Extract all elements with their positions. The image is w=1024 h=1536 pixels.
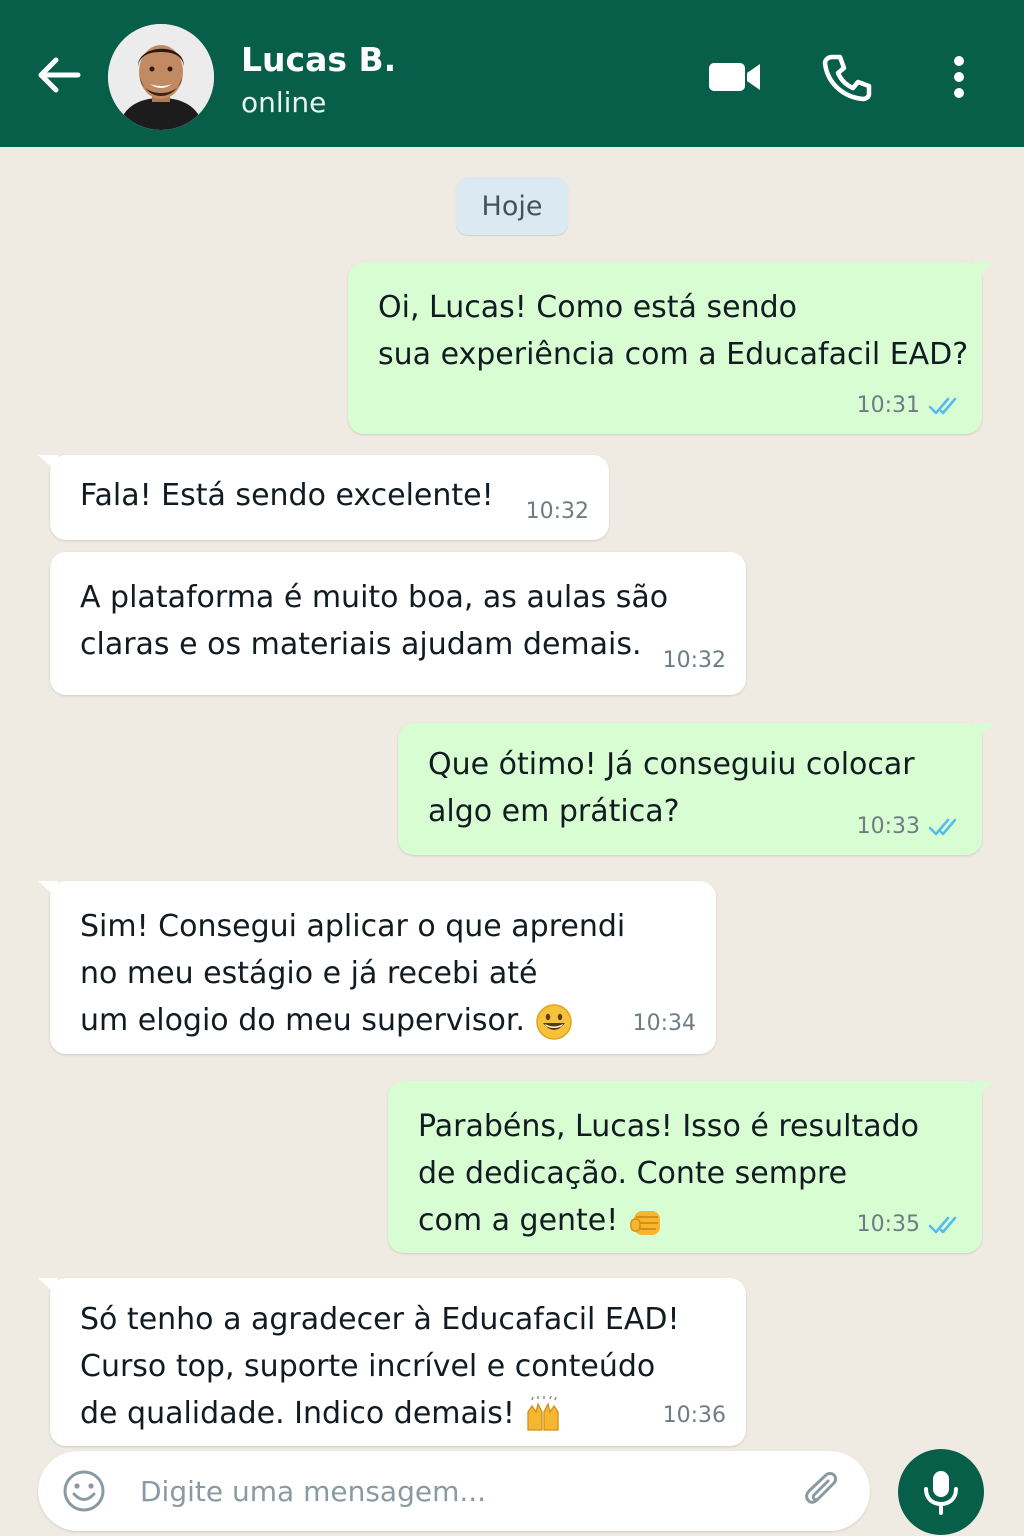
message-bubble-incoming[interactable]: Fala! Está sendo excelente! 10:32 bbox=[38, 455, 609, 540]
message-time: 10:36 bbox=[662, 1403, 726, 1428]
message-text: claras e os materiais ajudam demais. bbox=[80, 627, 642, 662]
more-options-icon[interactable] bbox=[944, 52, 974, 102]
microphone-icon bbox=[924, 1471, 958, 1515]
fist-bump-emoji-icon bbox=[630, 1210, 660, 1235]
message-text: Parabéns, Lucas! Isso é resultado bbox=[418, 1109, 919, 1144]
message-text: no meu estágio e já recebi até bbox=[80, 956, 538, 991]
message-text: Fala! Está sendo excelente! bbox=[80, 478, 494, 513]
message-input[interactable]: Digite uma mensagem... bbox=[140, 1475, 486, 1508]
message-time: 10:32 bbox=[525, 499, 589, 524]
message-line: um elogio do meu supervisor. bbox=[80, 997, 690, 1044]
message-text: Oi, Lucas! Como está sendo bbox=[378, 290, 797, 325]
back-arrow-icon[interactable] bbox=[34, 50, 84, 100]
message-meta: 10:34 bbox=[633, 1011, 696, 1036]
message-bubble-outgoing[interactable]: Parabéns, Lucas! Isso é resultado de ded… bbox=[388, 1081, 994, 1253]
avatar[interactable] bbox=[108, 24, 214, 130]
message-meta: 10:36 bbox=[663, 1403, 726, 1428]
emoji-icon[interactable] bbox=[62, 1469, 106, 1513]
phone-icon[interactable] bbox=[820, 52, 872, 102]
message-meta: 10:35 bbox=[857, 1212, 962, 1237]
message-time: 10:35 bbox=[856, 1212, 920, 1237]
message-text: Sim! Consegui aplicar o que aprendi bbox=[80, 909, 626, 944]
message-bubble-incoming[interactable]: A plataforma é muito boa, as aulas são c… bbox=[50, 552, 746, 695]
message-meta: 10:32 bbox=[663, 648, 726, 673]
microphone-button[interactable] bbox=[898, 1449, 984, 1535]
message-text: um elogio do meu supervisor. bbox=[80, 1003, 526, 1038]
grinning-face-emoji-icon bbox=[535, 1003, 572, 1040]
raising-hands-emoji-icon bbox=[527, 1395, 560, 1431]
read-ticks-icon bbox=[928, 397, 957, 414]
message-text: de qualidade. Indico demais! bbox=[80, 1396, 515, 1431]
chat-header: Lucas B. online bbox=[0, 0, 1024, 147]
contact-status: online bbox=[241, 86, 327, 119]
message-bubble-outgoing[interactable]: Oi, Lucas! Como está sendo sua experiênc… bbox=[348, 262, 994, 434]
read-ticks-icon bbox=[928, 1216, 957, 1233]
message-text: sua experiência com a Educafacil EAD? bbox=[378, 337, 969, 372]
read-ticks-icon bbox=[928, 818, 957, 835]
message-line: de qualidade. Indico demais! bbox=[80, 1390, 720, 1437]
message-meta: 10:33 bbox=[857, 814, 962, 839]
message-time: 10:33 bbox=[856, 814, 920, 839]
message-time: 10:31 bbox=[856, 393, 920, 418]
message-text: Só tenho a agradecer à Educafacil EAD! bbox=[80, 1302, 680, 1337]
message-time: 10:34 bbox=[632, 1011, 696, 1036]
message-bubble-incoming[interactable]: Só tenho a agradecer à Educafacil EAD! C… bbox=[38, 1278, 746, 1446]
message-text: Curso top, suporte incrível e conteúdo bbox=[80, 1349, 656, 1384]
message-bubble-incoming[interactable]: Sim! Consegui aplicar o que aprendi no m… bbox=[38, 881, 716, 1054]
message-input-bar[interactable]: Digite uma mensagem... bbox=[38, 1451, 870, 1531]
message-text: de dedicação. Conte sempre bbox=[418, 1156, 848, 1191]
message-time: 10:32 bbox=[662, 648, 726, 673]
message-meta: 10:31 bbox=[857, 393, 962, 418]
video-call-icon[interactable] bbox=[706, 52, 764, 102]
message-text: com a gente! bbox=[418, 1203, 619, 1238]
attach-icon[interactable] bbox=[802, 1471, 844, 1513]
message-text: Que ótimo! Já conseguiu colocar bbox=[428, 747, 915, 782]
message-text: A plataforma é muito boa, as aulas são bbox=[80, 580, 669, 615]
message-meta: 10:32 bbox=[526, 499, 589, 524]
contact-name[interactable]: Lucas B. bbox=[241, 40, 396, 79]
date-chip: Hoje bbox=[456, 177, 568, 235]
message-bubble-outgoing[interactable]: Que ótimo! Já conseguiu colocar algo em … bbox=[398, 723, 994, 855]
